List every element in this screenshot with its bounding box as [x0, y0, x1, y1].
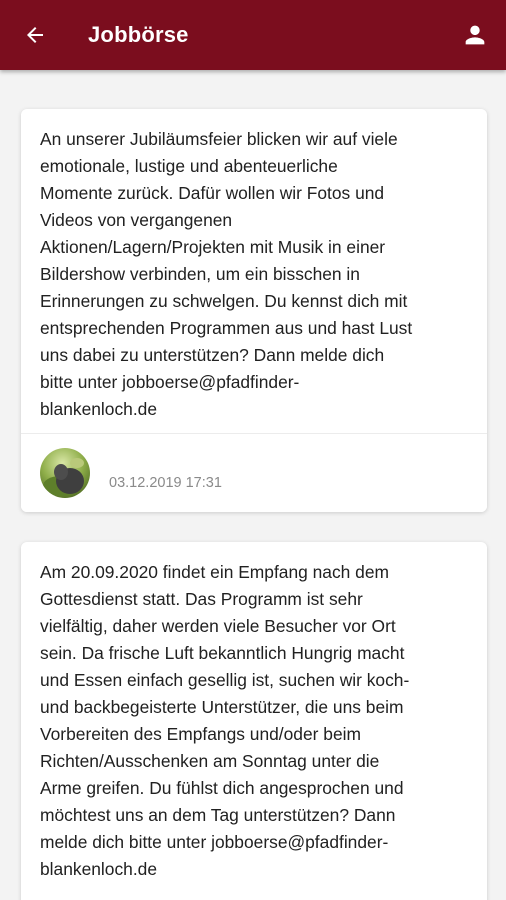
person-icon [465, 25, 485, 45]
job-post-text: An unserer Jubiläumsfeier blicken wir au… [40, 129, 413, 419]
arrow-back-icon [27, 27, 43, 43]
post-footer: 03.12.2019 17:31 [21, 433, 487, 512]
app-bar: Jobbörse [0, 0, 506, 70]
avatar-photo [40, 448, 90, 498]
user-avatar[interactable] [40, 448, 90, 498]
job-post-text: Am 20.09.2020 findet ein Empfang nach de… [40, 562, 410, 879]
page-title: Jobbörse [88, 22, 189, 47]
post-timestamp: 03.12.2019 17:31 [109, 475, 222, 491]
job-post-card[interactable]: An unserer Jubiläumsfeier blicken wir au… [21, 109, 487, 512]
job-post-card[interactable]: Am 20.09.2020 findet ein Empfang nach de… [21, 542, 487, 900]
job-feed[interactable]: An unserer Jubiläumsfeier blicken wir au… [0, 70, 506, 900]
back-button[interactable] [16, 16, 54, 54]
account-button[interactable] [456, 16, 494, 54]
